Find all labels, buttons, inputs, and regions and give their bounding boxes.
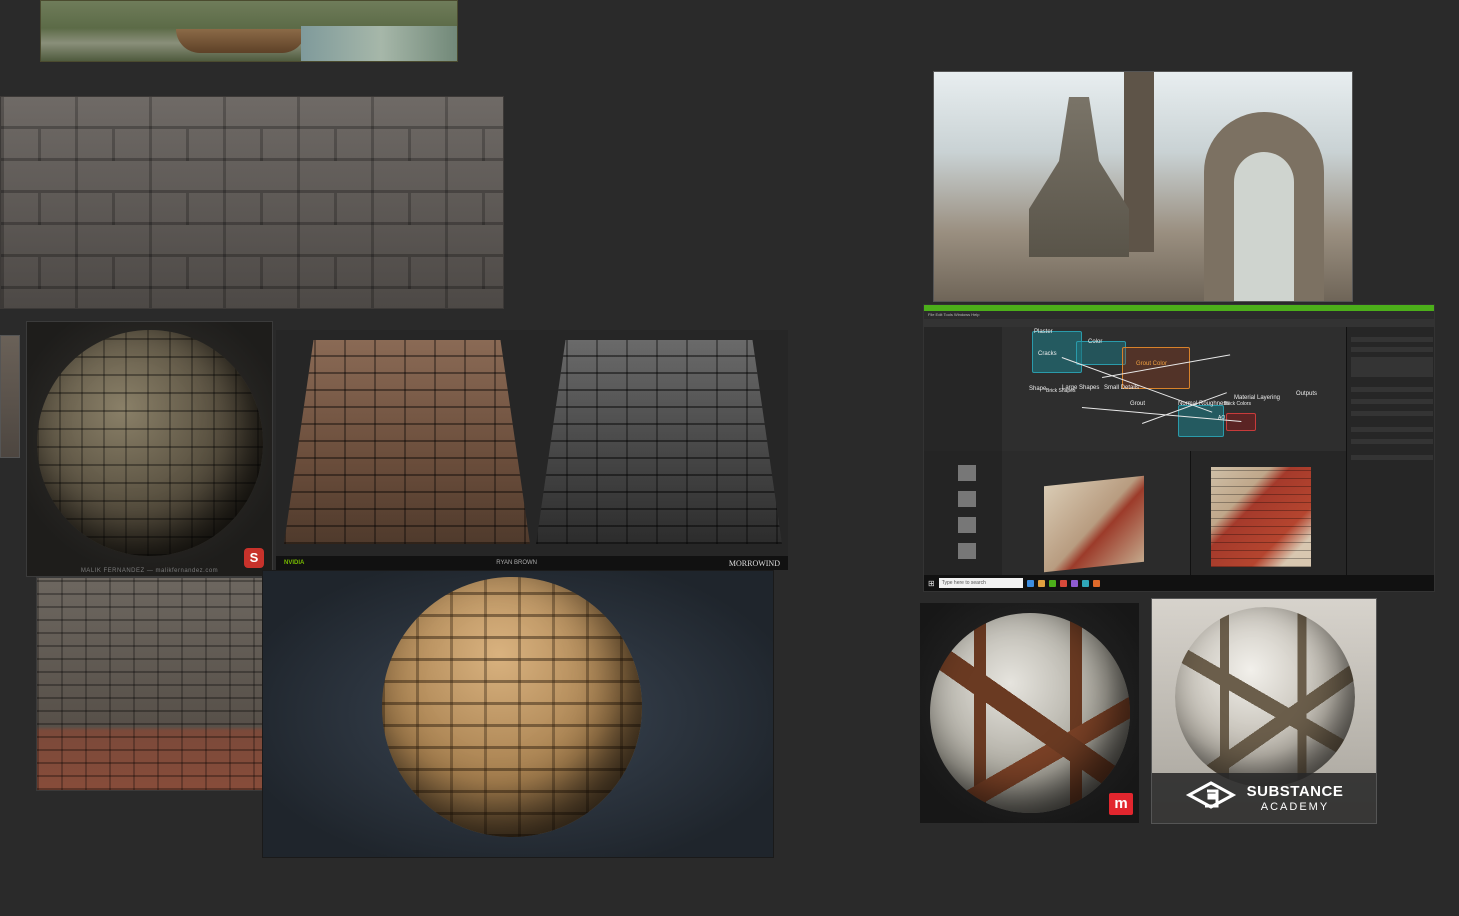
2d-view-panel bbox=[1190, 451, 1347, 577]
taskbar-app-icon bbox=[1092, 579, 1100, 587]
menu-bar: File Edit Tools Windows Help bbox=[924, 311, 1434, 319]
brick-colors-frame bbox=[1178, 405, 1224, 437]
dark-tile-panel bbox=[536, 340, 782, 544]
nvidia-logo: NVIDIA bbox=[284, 560, 305, 566]
property-row bbox=[1351, 399, 1433, 404]
property-row bbox=[1351, 455, 1433, 460]
cracks-label: Cracks bbox=[1038, 351, 1057, 357]
cropped-image-sliver[interactable] bbox=[0, 335, 20, 458]
statue-shape bbox=[1029, 97, 1129, 257]
toolbar bbox=[924, 319, 1434, 327]
arch-shape bbox=[1204, 112, 1324, 301]
boat-shape bbox=[176, 29, 306, 53]
plaster-brick-texture bbox=[1211, 467, 1311, 567]
color-label: Color bbox=[1088, 339, 1103, 345]
property-row bbox=[1351, 411, 1433, 416]
property-row bbox=[1351, 337, 1433, 342]
taskbar-app-icon bbox=[1037, 579, 1045, 587]
property-field bbox=[1351, 357, 1433, 377]
strap-sphere-image[interactable]: m bbox=[920, 603, 1139, 823]
properties-panel bbox=[1346, 327, 1434, 577]
taskbar-search: Type here to search bbox=[938, 578, 1023, 588]
plaster-brick-cube bbox=[1044, 475, 1144, 573]
substance-logo-icon bbox=[1185, 781, 1237, 815]
grout-label: Grout bbox=[1130, 401, 1146, 407]
water-shape bbox=[301, 26, 457, 61]
stone-brick-wall-image[interactable] bbox=[0, 96, 504, 309]
substance-logo-icon: S bbox=[244, 548, 264, 568]
ao-label: AO bbox=[1218, 415, 1226, 421]
marmoset-logo-icon: m bbox=[1109, 793, 1133, 815]
tile-panels-image[interactable]: NVIDIA RYAN BROWN MORROWIND bbox=[276, 330, 788, 570]
explorer-panel bbox=[924, 327, 1003, 451]
brand-line-2: ACADEMY bbox=[1260, 801, 1330, 813]
library-thumb bbox=[958, 517, 976, 533]
taskbar-app-icon bbox=[1070, 579, 1078, 587]
normal-roughness-label: Normal Roughness bbox=[1178, 401, 1230, 407]
grout-color-label: Grout Color bbox=[1136, 361, 1168, 367]
brick-row bbox=[1, 193, 503, 225]
library-thumb bbox=[958, 543, 976, 559]
strap-sphere bbox=[930, 613, 1130, 813]
property-row bbox=[1351, 387, 1433, 392]
library-thumb bbox=[958, 491, 976, 507]
reference-board: { "board": { "background": "#2a2a2a", "i… bbox=[0, 0, 1459, 916]
tan-brick-sphere bbox=[382, 577, 642, 837]
library-panel bbox=[924, 451, 1003, 577]
brick-row bbox=[1, 257, 503, 289]
warm-tile-panel bbox=[284, 340, 530, 544]
taskbar-app-icon bbox=[1026, 579, 1034, 587]
taskbar-app-icon bbox=[1059, 579, 1067, 587]
small-details-label: Small Details bbox=[1104, 385, 1140, 391]
windows-taskbar: ⊞ Type here to search bbox=[924, 575, 1434, 591]
property-row bbox=[1351, 347, 1433, 352]
brick-row bbox=[1, 129, 503, 161]
old-brick-wall-image[interactable] bbox=[36, 577, 263, 791]
artist-caption: MALIK FERNANDEZ — malikfernandez.com bbox=[80, 568, 219, 574]
taskbar-app-icon bbox=[1081, 579, 1089, 587]
landscape-boat-image[interactable] bbox=[40, 0, 458, 62]
morrowind-logo: MORROWIND bbox=[728, 558, 780, 568]
medieval-town-image[interactable] bbox=[933, 71, 1353, 302]
property-row bbox=[1351, 427, 1433, 432]
taskbar-app-icon bbox=[1048, 579, 1056, 587]
material-layering-label: Material Layering bbox=[1234, 395, 1281, 401]
shape-label: Shape bbox=[1029, 386, 1047, 392]
brand-line-1: SUBSTANCE bbox=[1246, 783, 1344, 800]
3d-view-panel bbox=[1002, 451, 1190, 577]
stone-sphere-image[interactable]: MALIK FERNANDEZ — malikfernandez.com S bbox=[26, 321, 273, 577]
substance-academy-banner: SUBSTANCE ACADEMY bbox=[1152, 773, 1376, 823]
plaster-label: Plaster bbox=[1034, 329, 1053, 335]
library-thumb bbox=[958, 465, 976, 481]
tan-brick-sphere-image[interactable] bbox=[262, 570, 774, 858]
tile-panels-footer: NVIDIA RYAN BROWN MORROWIND bbox=[276, 556, 788, 570]
brick-colors-label: Brick Colors bbox=[1224, 401, 1251, 407]
substance-academy-wordmark: SUBSTANCE ACADEMY bbox=[1247, 783, 1344, 813]
large-shapes-label: Large Shapes bbox=[1062, 385, 1100, 391]
outputs-label: Outputs bbox=[1296, 391, 1318, 397]
windows-start-icon: ⊞ bbox=[928, 578, 935, 588]
property-row bbox=[1351, 439, 1433, 444]
substance-designer-screenshot[interactable]: File Edit Tools Windows Help Plaster Col… bbox=[923, 304, 1435, 592]
substance-academy-image[interactable]: SUBSTANCE ACADEMY bbox=[1151, 598, 1377, 824]
artist-name: RYAN BROWN bbox=[496, 560, 537, 566]
graph-view: Plaster Color Cracks Grout Color Shape B… bbox=[1002, 327, 1346, 451]
stone-sphere bbox=[37, 330, 263, 556]
academy-sphere bbox=[1175, 607, 1355, 787]
